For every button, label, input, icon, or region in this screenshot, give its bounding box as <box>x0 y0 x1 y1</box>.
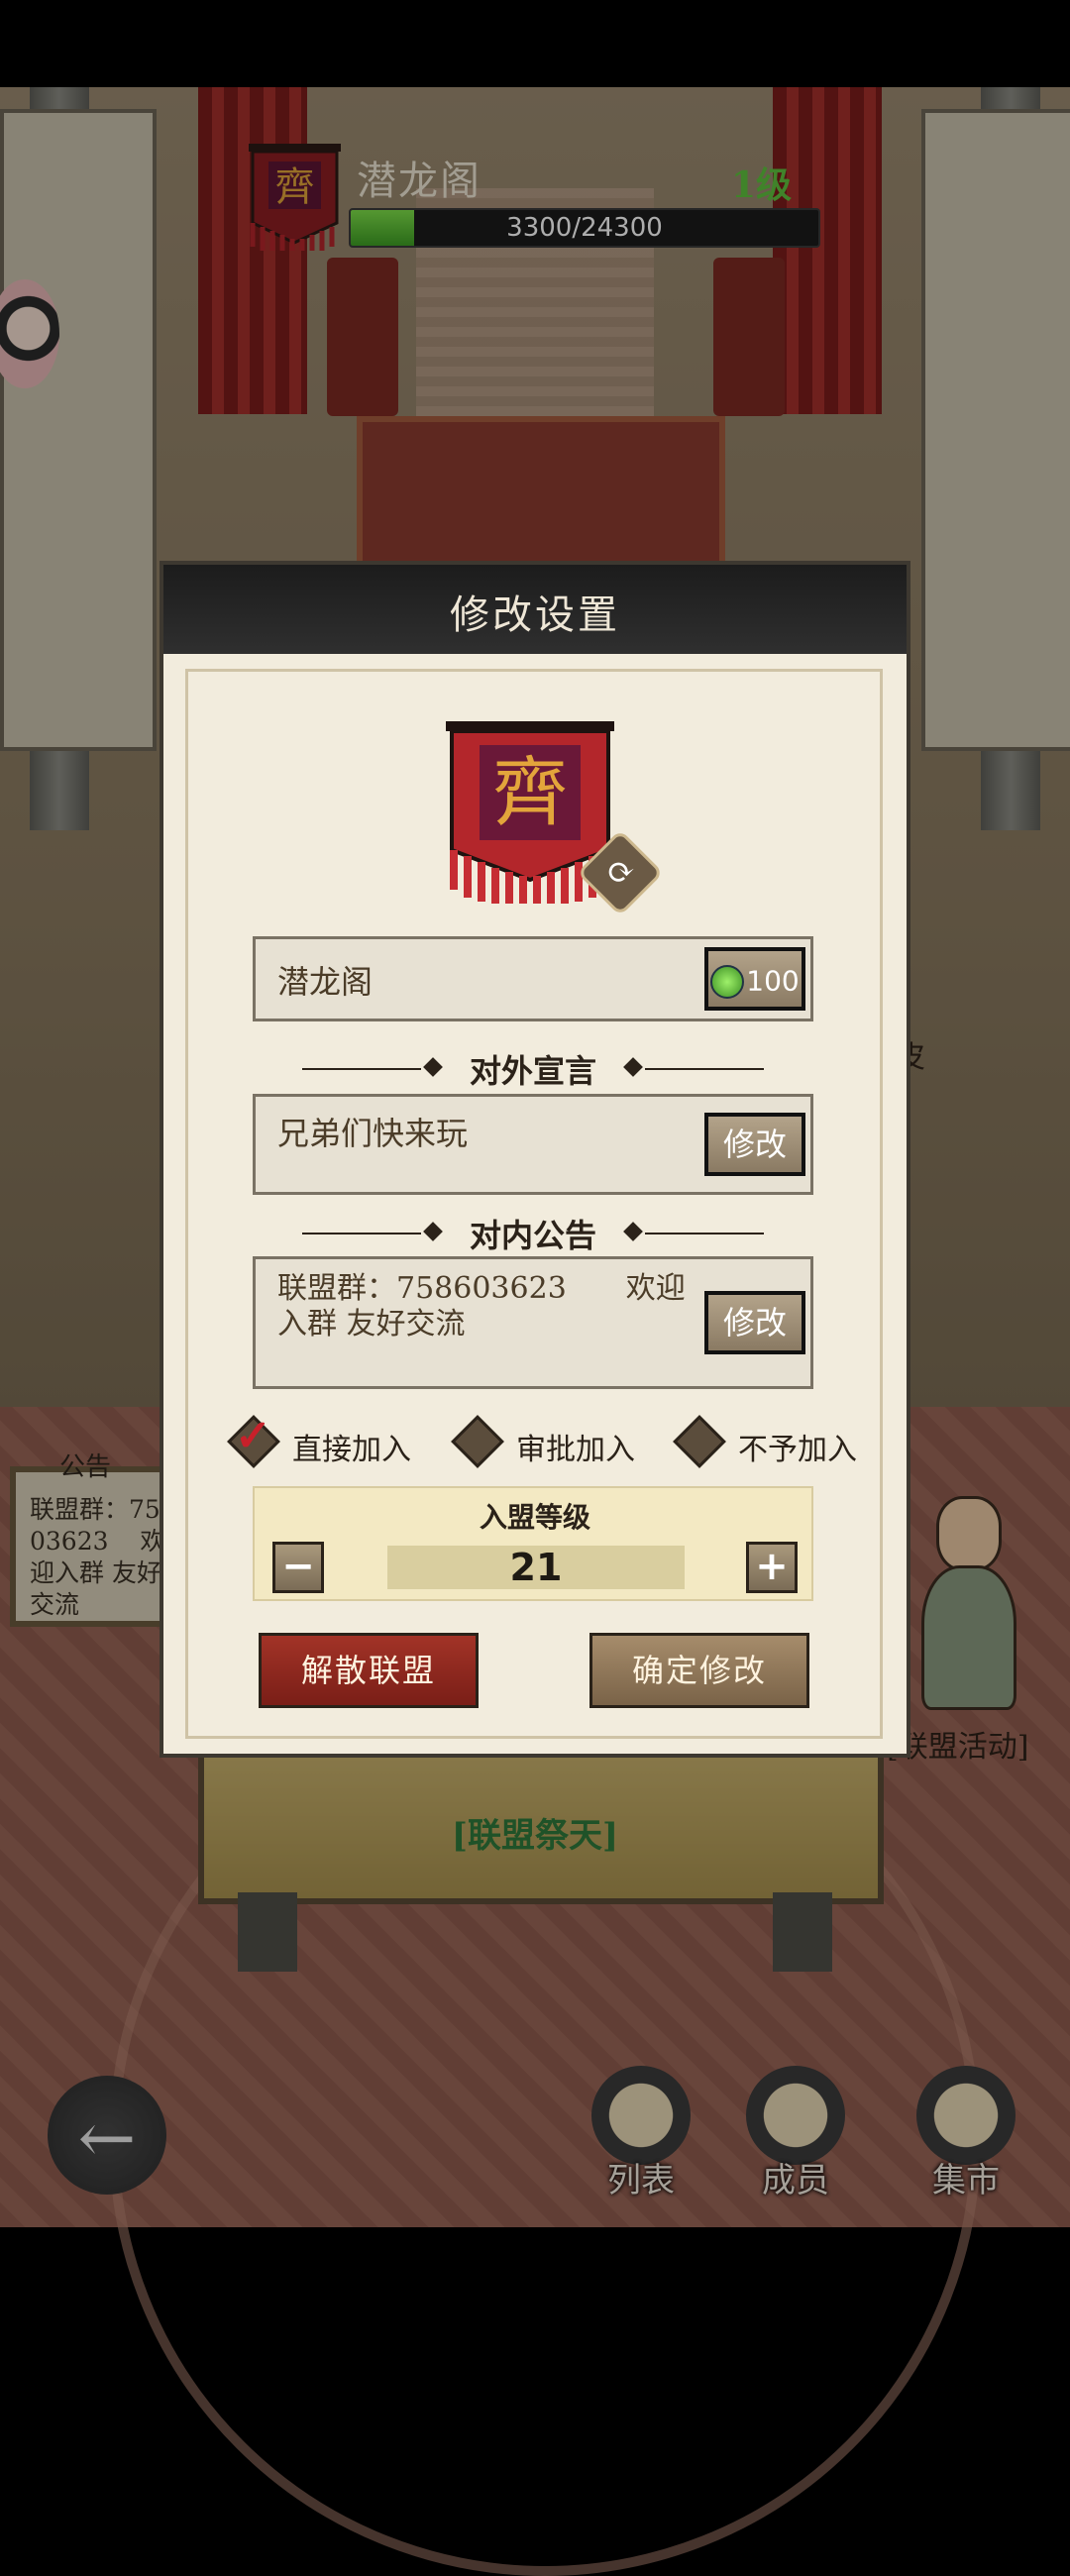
checkmark-icon: ✓ <box>235 1411 271 1461</box>
emblem-glyph: 齊 <box>492 748 568 836</box>
divider-diamond-icon <box>423 1057 443 1077</box>
modify-internal-button[interactable]: 修改 <box>704 1291 805 1354</box>
radio-box <box>451 1415 504 1468</box>
coin-icon <box>710 964 745 999</box>
join-level-panel: 入盟等级 − 21 + <box>253 1486 813 1601</box>
join-level-display: 21 <box>387 1546 685 1589</box>
divider-line <box>302 1233 421 1234</box>
alliance-name-value: 潜龙阁 <box>277 963 374 1001</box>
join-option-label: 不予加入 <box>738 1433 857 1467</box>
divider-line <box>302 1068 421 1070</box>
divider-diamond-icon <box>623 1057 643 1077</box>
join-option-closed[interactable]: 不予加入 <box>673 1415 879 1468</box>
radio-box <box>673 1415 726 1468</box>
join-option-label: 直接加入 <box>292 1433 411 1467</box>
divider-line <box>645 1233 764 1234</box>
status-bar <box>0 0 1070 87</box>
external-declaration-text: 兄弟们快来玩 <box>277 1115 469 1152</box>
divider-diamond-icon <box>423 1222 443 1241</box>
modify-external-button[interactable]: 修改 <box>704 1113 805 1176</box>
external-declaration-title: 对外宣言 <box>469 1052 596 1090</box>
external-declaration-field[interactable]: 兄弟们快来玩 修改 <box>253 1094 813 1195</box>
level-decrease-button[interactable]: − <box>272 1542 324 1593</box>
join-option-direct[interactable]: ✓ 直接加入 <box>227 1411 433 1468</box>
internal-notice-header: 对内公告 <box>302 1211 764 1254</box>
confirm-changes-button[interactable]: 确定修改 <box>589 1633 809 1708</box>
join-option-approval[interactable]: 审批加入 <box>451 1415 657 1468</box>
rename-button[interactable]: 100 <box>704 947 805 1011</box>
join-option-label: 审批加入 <box>516 1433 635 1467</box>
dialog-header: 修改设置 <box>163 565 907 654</box>
divider-diamond-icon <box>623 1222 643 1241</box>
rename-cost: 100 <box>746 964 800 998</box>
level-increase-button[interactable]: + <box>746 1542 798 1593</box>
disband-alliance-button[interactable]: 解散联盟 <box>259 1633 479 1708</box>
external-declaration-header: 对外宣言 <box>302 1046 764 1090</box>
alliance-name-field[interactable]: 潜龙阁 100 <box>253 936 813 1021</box>
settings-dialog: 修改设置 齊 ⟳ 潜龙阁 100 对外宣言 兄弟们快来玩 修改 对内公告 联盟群… <box>163 565 907 1754</box>
join-level-label: 入盟等级 <box>479 1501 590 1534</box>
dialog-title: 修改设置 <box>450 592 620 638</box>
internal-notice-title: 对内公告 <box>469 1217 596 1254</box>
divider-line <box>645 1068 764 1070</box>
internal-notice-field[interactable]: 联盟群：758603623 欢迎入群 友好交流 修改 <box>253 1256 813 1389</box>
internal-notice-text: 联盟群：758603623 欢迎入群 友好交流 <box>277 1271 686 1342</box>
join-level-value: 21 <box>509 1546 563 1589</box>
